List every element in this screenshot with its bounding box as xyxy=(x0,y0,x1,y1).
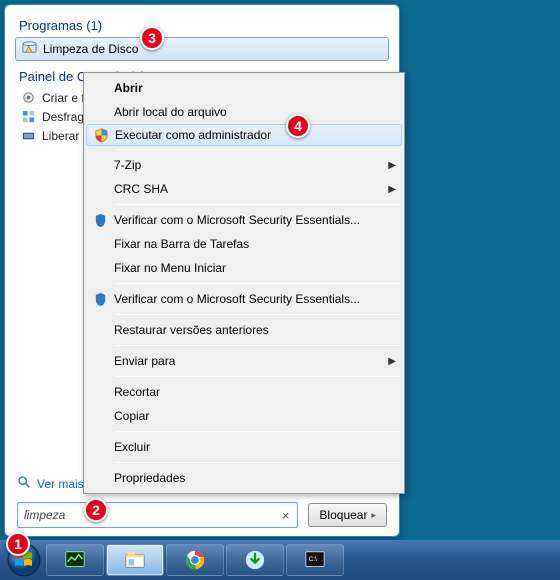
ctx-label: Abrir local do arquivo xyxy=(114,105,384,119)
program-result-label: Limpeza de Disco xyxy=(43,42,138,56)
ctx-label: Verificar com o Microsoft Security Essen… xyxy=(114,292,384,306)
clear-search-icon[interactable]: × xyxy=(280,508,292,523)
ctx-label: Executar como administrador xyxy=(115,128,383,142)
lock-button-label: Bloquear xyxy=(319,508,367,522)
programs-header: Programas (1) xyxy=(19,18,389,33)
ctx-open[interactable]: Abrir xyxy=(86,76,402,100)
program-result-limpeza-de-disco[interactable]: Limpeza de Disco xyxy=(15,37,389,61)
ctx-label: 7-Zip xyxy=(114,158,384,172)
ctx-pin-taskbar[interactable]: Fixar na Barra de Tarefas xyxy=(86,232,402,256)
ctx-verify-mse-2[interactable]: Verificar com o Microsoft Security Essen… xyxy=(86,287,402,311)
ctx-separator xyxy=(116,431,400,432)
mse-shield-icon xyxy=(86,213,114,228)
ctx-separator xyxy=(116,283,400,284)
ctx-separator xyxy=(116,345,400,346)
taskbar-btn-cmd[interactable]: C:\ xyxy=(286,544,344,576)
ctx-cut[interactable]: Recortar xyxy=(86,380,402,404)
ctx-delete[interactable]: Excluir xyxy=(86,435,402,459)
disk-cleanup-icon xyxy=(22,40,37,58)
ctx-label: Enviar para xyxy=(114,354,384,368)
taskbar-btn-chrome[interactable] xyxy=(166,544,224,576)
annotation-4: 4 xyxy=(286,114,310,138)
mse-shield-icon xyxy=(86,292,114,307)
ctx-label: CRC SHA xyxy=(114,182,384,196)
ctx-separator xyxy=(116,462,400,463)
start-search-box[interactable]: × xyxy=(17,502,298,528)
chevron-right-icon: ▶ xyxy=(388,184,396,195)
shield-icon xyxy=(87,128,115,143)
ctx-separator xyxy=(116,204,400,205)
disk-icon xyxy=(21,128,36,143)
ctx-label: Verificar com o Microsoft Security Essen… xyxy=(114,213,384,227)
ctx-label: Propriedades xyxy=(114,471,384,485)
ctx-label: Recortar xyxy=(114,385,384,399)
lock-button[interactable]: Bloquear ▸ xyxy=(308,503,387,527)
svg-text:C:\: C:\ xyxy=(309,556,317,563)
taskbar: C:\ xyxy=(0,540,560,580)
ctx-send-to[interactable]: Enviar para ▶ xyxy=(86,349,402,373)
start-search-input[interactable] xyxy=(24,508,280,522)
ctx-label: Abrir xyxy=(114,81,384,95)
defrag-icon xyxy=(21,109,36,124)
ctx-crcsha[interactable]: CRC SHA ▶ xyxy=(86,177,402,201)
ctx-7zip[interactable]: 7-Zip ▶ xyxy=(86,153,402,177)
ctx-label: Restaurar versões anteriores xyxy=(114,323,384,337)
ctx-separator xyxy=(116,314,400,315)
ctx-copy[interactable]: Copiar xyxy=(86,404,402,428)
annotation-3: 3 xyxy=(140,26,164,50)
ctx-verify-mse[interactable]: Verificar com o Microsoft Security Essen… xyxy=(86,208,402,232)
taskbar-btn-taskmanager[interactable] xyxy=(46,544,104,576)
annotation-1: 1 xyxy=(6,532,30,556)
ctx-separator xyxy=(116,376,400,377)
gear-icon xyxy=(21,90,36,105)
context-menu: Abrir Abrir local do arquivo Executar co… xyxy=(83,72,405,494)
ctx-label: Copiar xyxy=(114,409,384,423)
ctx-pin-start[interactable]: Fixar no Menu Iniciar xyxy=(86,256,402,280)
taskbar-btn-explorer[interactable] xyxy=(106,544,164,576)
chevron-right-icon[interactable]: ▸ xyxy=(371,510,376,521)
ctx-label: Fixar no Menu Iniciar xyxy=(114,261,384,275)
ctx-label: Fixar na Barra de Tarefas xyxy=(114,237,384,251)
ctx-label: Excluir xyxy=(114,440,384,454)
ctx-restore-prev[interactable]: Restaurar versões anteriores xyxy=(86,318,402,342)
search-icon xyxy=(17,475,31,492)
annotation-2: 2 xyxy=(84,498,108,522)
ctx-open-location[interactable]: Abrir local do arquivo xyxy=(86,100,402,124)
chevron-right-icon: ▶ xyxy=(388,356,396,367)
ctx-separator xyxy=(116,149,400,150)
taskbar-btn-download[interactable] xyxy=(226,544,284,576)
ctx-run-as-admin[interactable]: Executar como administrador xyxy=(86,124,402,146)
chevron-right-icon: ▶ xyxy=(388,160,396,171)
ctx-properties[interactable]: Propriedades xyxy=(86,466,402,490)
